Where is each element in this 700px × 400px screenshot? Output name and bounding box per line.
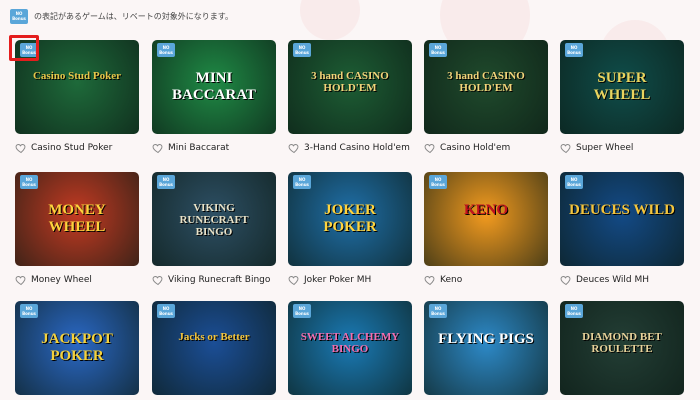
no-bonus-badge: NO Bonus [293,43,311,57]
background-decoration [300,0,360,40]
game-logo-text: DEUCES WILD [568,202,675,218]
game-logo-text: MONEY WHEEL [48,202,106,235]
game-title[interactable]: 3-Hand Casino Hold'em [304,143,410,153]
favorite-heart-icon[interactable] [560,142,572,154]
no-bonus-badge: NO Bonus [429,304,447,318]
game-thumbnail[interactable]: MONEY WHEEL NO Bonus [15,172,139,266]
favorite-heart-icon[interactable] [424,274,436,286]
game-title[interactable]: Casino Stud Poker [31,143,112,153]
game-card[interactable]: FLYING PIGS NO Bonus [424,301,548,395]
game-logo-text: JOKER POKER [323,202,377,235]
no-bonus-badge: NO Bonus [293,304,311,318]
game-card[interactable]: MONEY WHEEL NO Bonus Money Wheel [15,172,139,292]
game-title[interactable]: Joker Poker MH [304,275,371,285]
game-logo-text: DIAMOND BET ROULETTE [582,331,662,355]
game-caption: Joker Poker MH [288,268,412,292]
rebate-notice: NO Bonus の表記があるゲームは、リベートの対象外になります。 [10,6,233,26]
game-title[interactable]: Mini Baccarat [168,143,229,153]
game-thumbnail[interactable]: 3 hand CASINO HOLD'EM NO Bonus [288,40,412,134]
no-bonus-badge: NO Bonus [565,43,583,57]
favorite-heart-icon[interactable] [152,274,164,286]
game-card[interactable]: Jacks or Better NO Bonus [152,301,276,395]
game-title[interactable]: Super Wheel [576,143,633,153]
game-thumbnail[interactable]: MINI BACCARAT NO Bonus [152,40,276,134]
game-thumbnail[interactable]: KENO NO Bonus [424,172,548,266]
game-logo-text: 3 hand CASINO HOLD'EM [311,70,389,94]
game-card[interactable]: VIKING RUNECRAFT BINGO NO Bonus Viking Rune… [152,172,276,292]
game-thumbnail[interactable]: JACKPOT POKER NO Bonus [15,301,139,395]
game-logo-text: 3 hand CASINO HOLD'EM [447,70,525,94]
game-card[interactable]: SWEET ALCHEMY BINGO NO Bonus [288,301,412,395]
game-caption: Super Wheel [560,136,684,160]
no-bonus-badge: NO Bonus [293,175,311,189]
rebate-notice-text: の表記があるゲームは、リベートの対象外になります。 [34,11,233,21]
no-bonus-badge: NO Bonus [565,175,583,189]
highlight-box [9,35,39,61]
game-card[interactable]: SUPER WHEEL NO Bonus Super Wheel [560,40,684,160]
favorite-heart-icon[interactable] [15,274,27,286]
game-card[interactable]: JACKPOT POKER NO Bonus [15,301,139,395]
no-bonus-badge: NO Bonus [157,304,175,318]
game-logo-text: SUPER WHEEL [593,70,651,103]
game-title[interactable]: Viking Runecraft Bingo [168,275,270,285]
favorite-heart-icon[interactable] [424,142,436,154]
game-logo-text: Casino Stud Poker [32,70,122,82]
game-title[interactable]: Money Wheel [31,275,92,285]
game-caption: Keno [424,268,548,292]
no-bonus-badge: NO Bonus [10,8,28,24]
game-thumbnail[interactable]: 3 hand CASINO HOLD'EM NO Bonus [424,40,548,134]
game-caption: Mini Baccarat [152,136,276,160]
game-card[interactable]: JOKER POKER NO Bonus Joker Poker MH [288,172,412,292]
game-logo-text: FLYING PIGS [438,331,534,347]
no-bonus-badge: NO Bonus [157,43,175,57]
game-thumbnail[interactable]: DIAMOND BET ROULETTE NO Bonus [560,301,684,395]
game-caption: Casino Stud Poker [15,136,139,160]
game-thumbnail[interactable]: SWEET ALCHEMY BINGO NO Bonus [288,301,412,395]
game-card[interactable]: DEUCES WILD NO Bonus Deuces Wild MH [560,172,684,292]
no-bonus-badge: NO Bonus [429,43,447,57]
game-caption: Viking Runecraft Bingo [152,268,276,292]
game-caption: Casino Hold'em [424,136,548,160]
favorite-heart-icon[interactable] [560,274,572,286]
no-bonus-badge: NO Bonus [565,304,583,318]
game-caption: 3-Hand Casino Hold'em [288,136,412,160]
no-bonus-badge: NO Bonus [20,304,38,318]
game-card[interactable]: 3 hand CASINO HOLD'EM NO Bonus Casino Hold'… [424,40,548,160]
no-bonus-badge: NO Bonus [157,175,175,189]
game-logo-text: KENO [463,202,509,218]
favorite-heart-icon[interactable] [152,142,164,154]
game-thumbnail[interactable]: Jacks or Better NO Bonus [152,301,276,395]
game-logo-text: JACKPOT POKER [41,331,113,364]
game-card[interactable]: MINI BACCARAT NO Bonus Mini Baccarat [152,40,276,160]
game-logo-text: SWEET ALCHEMY BINGO [300,331,400,355]
game-thumbnail[interactable]: FLYING PIGS NO Bonus [424,301,548,395]
game-card[interactable]: 3 hand CASINO HOLD'EM NO Bonus 3-Hand Casin… [288,40,412,160]
game-title[interactable]: Keno [440,275,462,285]
game-title[interactable]: Casino Hold'em [440,143,510,153]
game-logo-text: MINI BACCARAT [172,70,256,103]
game-title[interactable]: Deuces Wild MH [576,275,649,285]
game-caption: Deuces Wild MH [560,268,684,292]
game-thumbnail[interactable]: VIKING RUNECRAFT BINGO NO Bonus [152,172,276,266]
game-thumbnail[interactable]: JOKER POKER NO Bonus [288,172,412,266]
no-bonus-badge: NO Bonus [20,175,38,189]
game-card[interactable]: KENO NO Bonus Keno [424,172,548,292]
favorite-heart-icon[interactable] [288,142,300,154]
favorite-heart-icon[interactable] [288,274,300,286]
game-logo-text: VIKING RUNECRAFT BINGO [179,202,249,238]
game-card[interactable]: DIAMOND BET ROULETTE NO Bonus [560,301,684,395]
no-bonus-badge: NO Bonus [429,175,447,189]
game-logo-text: Jacks or Better [178,331,250,343]
game-thumbnail[interactable]: DEUCES WILD NO Bonus [560,172,684,266]
favorite-heart-icon[interactable] [15,142,27,154]
game-card[interactable]: Casino Stud Poker NO Bonus Casino Stud Poke… [9,35,139,160]
game-caption: Money Wheel [15,268,139,292]
game-thumbnail[interactable]: SUPER WHEEL NO Bonus [560,40,684,134]
